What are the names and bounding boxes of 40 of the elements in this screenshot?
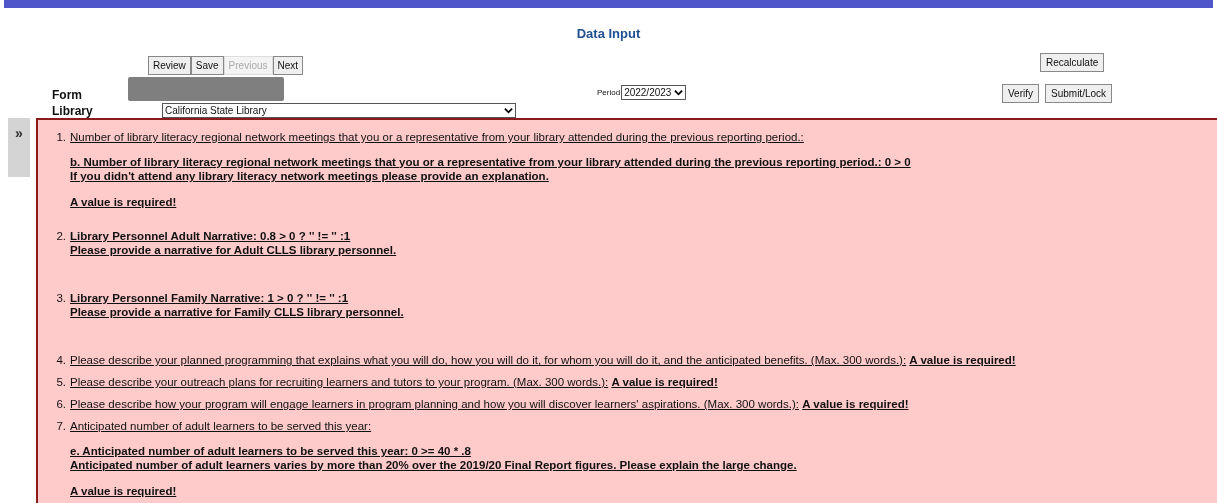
action-button[interactable]: Verify xyxy=(1002,84,1039,103)
error-detail: Anticipated number of adult learners varies by more than 20% over the 2019/20 Final Report figures. Please explain the large change. xyxy=(70,458,797,472)
form-label: Form xyxy=(52,87,82,104)
error-link[interactable]: Library Personnel Adult Narrative: 0.8 > 0 ? '' != '' :1 xyxy=(70,230,351,242)
nav-button[interactable]: Next xyxy=(272,56,304,75)
error-link[interactable]: Library Personnel Family Narrative: 1 > 0 ? '' != '' :1 xyxy=(70,292,349,304)
error-message: A value is required! xyxy=(909,354,1016,366)
chevron-icon xyxy=(504,106,513,115)
library-label: Library xyxy=(52,103,93,120)
error-message: A value is required! xyxy=(611,376,718,388)
item-number: 6. xyxy=(55,397,67,411)
page-title: Data Input xyxy=(575,25,642,43)
sidebar-toggle[interactable]: » xyxy=(8,118,30,177)
error-link[interactable]: Please describe your planned programming that explains what you will do, how you will do it, for whom you will do it, and the anticipated benefits. (Max. 300 words.): xyxy=(70,354,907,366)
error-detail: b. Number of library literacy regional network meetings that you or a representative from your library attended during the previous reporting period.: 0 > 0 xyxy=(70,155,911,169)
period-select[interactable]: 2022/2023 xyxy=(621,85,687,100)
nav-button[interactable]: Review xyxy=(148,56,191,75)
nav-button[interactable]: Save xyxy=(190,56,224,75)
item-number: 5. xyxy=(55,375,67,389)
item-number: 7. xyxy=(55,419,67,434)
action-button[interactable]: Submit/Lock xyxy=(1045,84,1113,103)
error-message: A value is required! xyxy=(70,484,178,498)
error-detail: e. Anticipated number of adult learners to be served this year: 0 >= 40 * .8 xyxy=(70,444,472,458)
period-label: Period xyxy=(597,86,621,99)
error-detail: Please provide a narrative for Family CLLS library personnel. xyxy=(70,305,404,319)
error-message: A value is required! xyxy=(70,195,178,209)
item-number: 2. xyxy=(55,229,67,244)
item-number: 3. xyxy=(55,291,67,306)
item-number: 1. xyxy=(55,130,67,145)
error-message: A value is required! xyxy=(802,398,909,410)
item-number: 4. xyxy=(55,353,67,367)
error-link[interactable]: Please describe your outreach plans for recruiting learners and tutors to your program. (Max. 300 words.): xyxy=(70,376,609,388)
chevron-icon xyxy=(674,88,684,97)
error-link[interactable]: Please describe how your program will engage learners in program planning and how you will discover learners' aspirations. (Max. 300 words.): xyxy=(70,398,799,410)
recalculate-button[interactable]: Recalculate xyxy=(1040,53,1105,72)
error-link[interactable]: Anticipated number of adult learners to be served this year: xyxy=(70,420,372,432)
error-link[interactable]: Number of library literacy regional network meetings that you or a representative from your library attended during the previous reporting period.: xyxy=(70,131,804,143)
error-detail: If you didn't attend any library literacy network meetings please provide an explanation. xyxy=(70,169,550,183)
library-select[interactable]: California State Library xyxy=(162,103,516,118)
error-detail: Please provide a narrative for Adult CLLS library personnel. xyxy=(70,243,397,257)
